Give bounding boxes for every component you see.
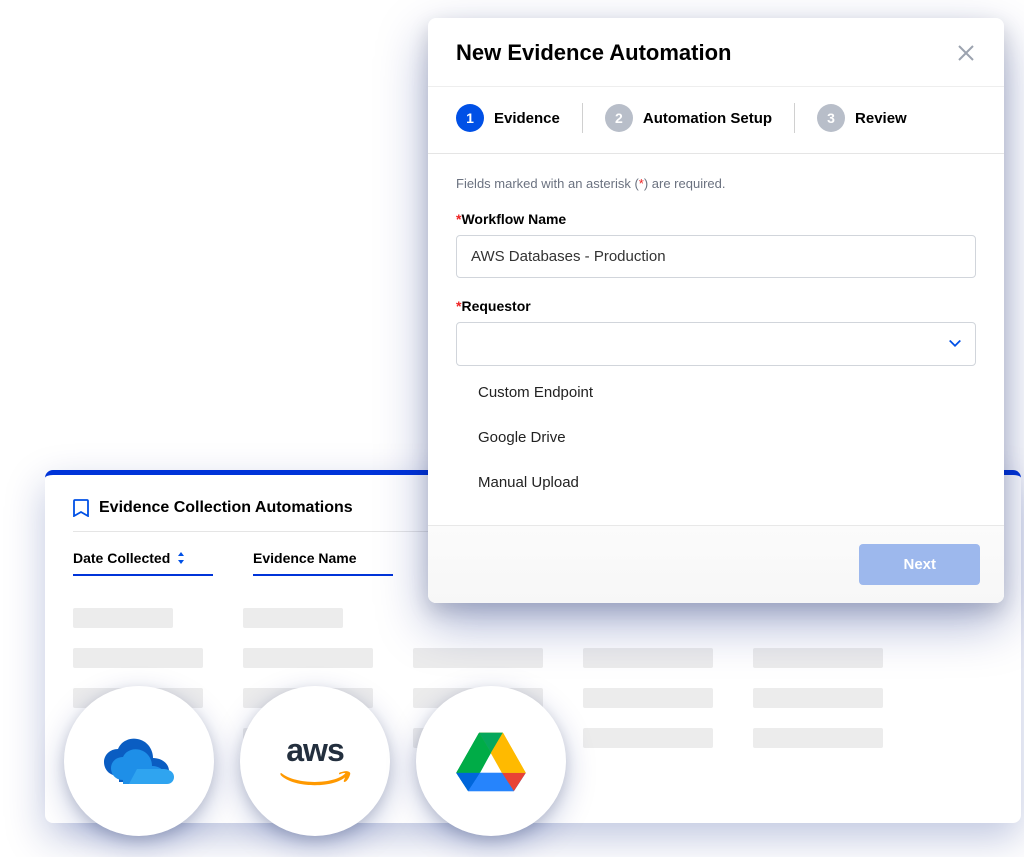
integration-logos: aws	[64, 686, 566, 836]
step-number: 1	[456, 104, 484, 132]
bookmark-icon	[73, 499, 89, 517]
onedrive-logo	[64, 686, 214, 836]
chevron-down-icon	[949, 340, 961, 348]
google-drive-logo	[416, 686, 566, 836]
dropdown-option-google-drive[interactable]: Google Drive	[478, 415, 976, 460]
step-automation-setup[interactable]: 2 Automation Setup	[605, 104, 772, 132]
skeleton-bar	[243, 608, 343, 628]
step-review[interactable]: 3 Review	[817, 104, 907, 132]
skeleton-bar	[583, 648, 713, 668]
google-drive-icon	[454, 729, 528, 793]
step-number: 3	[817, 104, 845, 132]
skeleton-bar	[73, 648, 203, 668]
column-label: Date Collected	[73, 550, 170, 566]
panel-title: Evidence Collection Automations	[99, 499, 353, 517]
new-evidence-automation-modal: New Evidence Automation 1 Evidence 2 Aut…	[428, 18, 1004, 603]
step-evidence[interactable]: 1 Evidence	[456, 104, 560, 132]
column-evidence-name[interactable]: Evidence Name	[253, 550, 393, 576]
dropdown-option-manual-upload[interactable]: Manual Upload	[478, 460, 976, 505]
step-number: 2	[605, 104, 633, 132]
onedrive-icon	[99, 734, 179, 788]
requestor-dropdown: Custom Endpoint Google Drive Manual Uplo…	[456, 366, 976, 515]
workflow-name-input[interactable]	[456, 235, 976, 278]
step-label: Evidence	[494, 110, 560, 127]
step-label: Automation Setup	[643, 110, 772, 127]
skeleton-bar	[753, 648, 883, 668]
workflow-name-label: *Workflow Name	[456, 211, 976, 227]
skeleton-bar	[413, 648, 543, 668]
sort-icon	[176, 552, 186, 564]
required-fields-note: Fields marked with an asterisk (*) are r…	[456, 176, 976, 191]
requestor-label: *Requestor	[456, 298, 976, 314]
skeleton-bar	[73, 608, 173, 628]
skeleton-bar	[583, 688, 713, 708]
step-label: Review	[855, 110, 907, 127]
dropdown-option-custom-endpoint[interactable]: Custom Endpoint	[478, 370, 976, 415]
skeleton-bar	[583, 728, 713, 748]
column-label: Evidence Name	[253, 550, 357, 566]
skeleton-bar	[753, 688, 883, 708]
next-button[interactable]: Next	[859, 544, 980, 585]
requestor-select[interactable]	[456, 322, 976, 366]
skeleton-bar	[243, 648, 373, 668]
modal-title: New Evidence Automation	[456, 40, 731, 66]
aws-text: aws	[286, 732, 343, 769]
aws-logo: aws	[240, 686, 390, 836]
column-date-collected[interactable]: Date Collected	[73, 550, 213, 576]
close-icon[interactable]	[956, 43, 976, 63]
stepper: 1 Evidence 2 Automation Setup 3 Review	[428, 86, 1004, 154]
step-divider	[794, 103, 795, 133]
aws-smile-icon	[277, 771, 353, 791]
skeleton-bar	[753, 728, 883, 748]
step-divider	[582, 103, 583, 133]
